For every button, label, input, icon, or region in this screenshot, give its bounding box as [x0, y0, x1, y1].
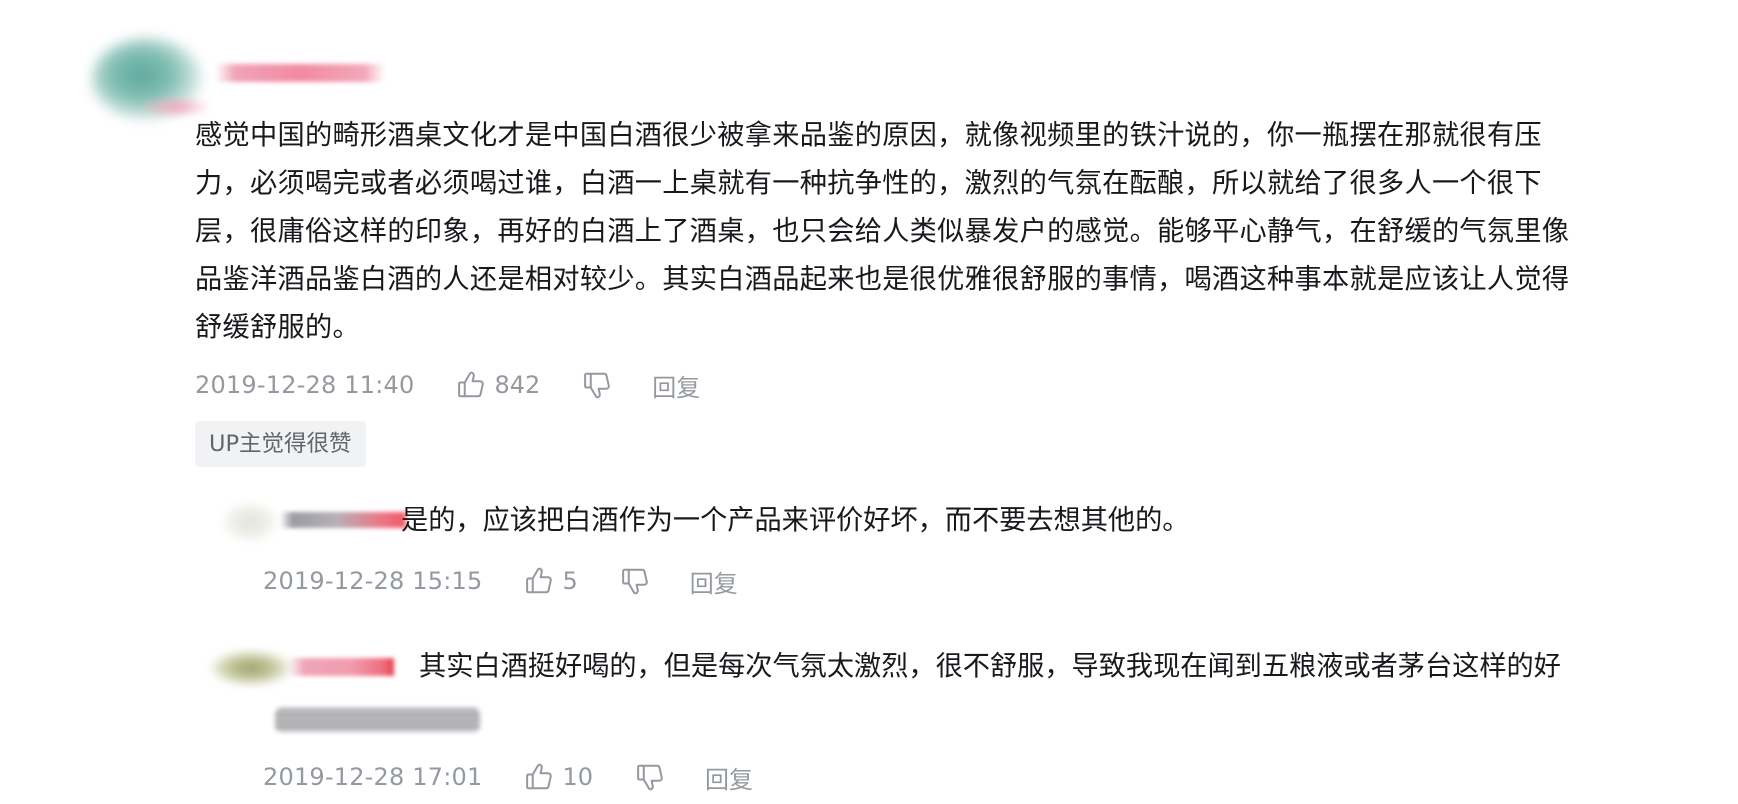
reply-avatar[interactable]: [210, 650, 292, 686]
comment-text-line: 品鉴洋酒品鉴白酒的人还是相对较少。其实白酒品起来也是很优雅很舒服的事情，喝酒这种…: [195, 264, 1570, 295]
reply-text: 其实白酒挺好喝的，但是每次气氛太激烈，很不舒服，导致我现在闻到五粮液或者茅台这样…: [419, 651, 1561, 682]
like-count: 5: [562, 567, 578, 595]
thumbs-down-icon: [620, 566, 650, 596]
reply-username-blurred[interactable]: [288, 658, 394, 676]
reply-time: 2019-12-28 15:15: [263, 567, 483, 595]
like-button[interactable]: 10: [524, 762, 593, 792]
username-blurred[interactable]: [215, 64, 385, 82]
reply-button[interactable]: 回复: [690, 564, 738, 599]
like-count: 842: [494, 371, 541, 399]
reply-button[interactable]: 回复: [652, 368, 700, 403]
reply-meta: 2019-12-28 17:01 10 回复: [263, 759, 753, 795]
like-button[interactable]: 5: [524, 566, 578, 596]
comment-text-line: 力，必须喝完或者必须喝过谁，白酒一上桌就有一种抗争性的，激烈的气氛在酝酿，所以就…: [195, 168, 1542, 199]
dislike-button[interactable]: [620, 566, 650, 596]
like-count: 10: [562, 763, 594, 791]
dislike-button[interactable]: [582, 370, 612, 400]
comment-text: 感觉中国的畸形酒桌文化才是中国白酒很少被拿来品鉴的原因，就像视频里的铁汁说的，你…: [195, 112, 1715, 352]
thumbs-down-icon: [635, 762, 665, 792]
comment-text-line: 舒缓舒服的。: [195, 312, 360, 343]
reply-avatar[interactable]: [222, 502, 278, 542]
comment-time: 2019-12-28 11:40: [195, 371, 415, 399]
reply-username-blurred[interactable]: [280, 512, 406, 528]
like-button[interactable]: 842: [456, 370, 540, 400]
thumbs-down-icon: [582, 370, 612, 400]
reply-button[interactable]: 回复: [705, 760, 753, 795]
reply-time: 2019-12-28 17:01: [263, 763, 483, 791]
comment-meta: 2019-12-28 11:40 842 回复: [195, 367, 700, 403]
reply-text: 是的，应该把白酒作为一个产品来评价好坏，而不要去想其他的。: [401, 505, 1190, 536]
thumbs-up-icon: [524, 762, 554, 792]
comment-text-line: 层，很庸俗这样的印象，再好的白酒上了酒桌，也只会给人类似暴发户的感觉。能够平心静…: [195, 216, 1570, 247]
reply-meta: 2019-12-28 15:15 5 回复: [263, 563, 738, 599]
up-liked-badge: UP主觉得很赞: [195, 421, 366, 467]
comment-text-line: 感觉中国的畸形酒桌文化才是中国白酒很少被拿来品鉴的原因，就像视频里的铁汁说的，你…: [195, 120, 1542, 151]
dislike-button[interactable]: [635, 762, 665, 792]
thumbs-up-icon: [456, 370, 486, 400]
reply-text-blurred: [275, 708, 480, 732]
thumbs-up-icon: [524, 566, 554, 596]
